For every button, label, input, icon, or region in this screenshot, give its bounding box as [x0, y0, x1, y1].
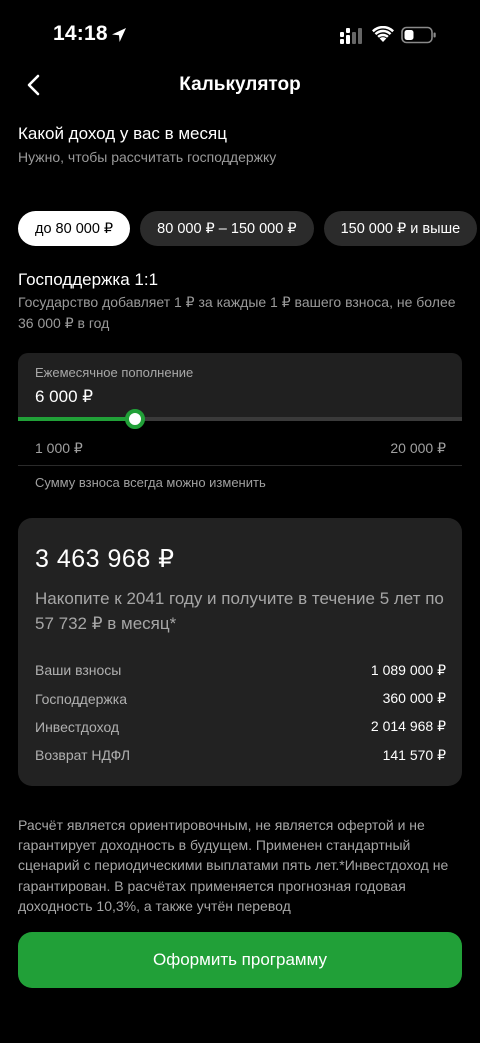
result-row-tax-refund: Возврат НДФЛ 141 570 ₽ [35, 741, 446, 769]
income-options: до 80 000 ₽ 80 000 ₽ – 150 000 ₽ 150 000… [18, 211, 478, 246]
wifi-icon [372, 26, 394, 42]
result-row-value: 141 570 ₽ [382, 746, 446, 763]
monthly-deposit-value[interactable]: 6 000 ₽ [35, 387, 93, 407]
monthly-deposit-slider[interactable] [18, 409, 462, 429]
support-title: Господдержка 1:1 [18, 270, 159, 289]
result-row-state-support: Господдержка 360 000 ₽ [35, 684, 446, 712]
slider-max-label: 20 000 ₽ [390, 440, 446, 456]
cellular-signal-icon [340, 28, 362, 44]
deposit-hint: Сумму взноса всегда можно изменить [35, 475, 266, 490]
income-option-up-to-80k[interactable]: до 80 000 ₽ [18, 211, 131, 246]
result-row-investment-income: Инвестдоход 2 014 968 ₽ [35, 713, 446, 741]
disclaimer-text: Расчёт является ориентировочным, не явля… [18, 817, 449, 914]
slider-fill [18, 417, 135, 421]
result-row-value: 360 000 ₽ [382, 690, 446, 707]
income-subtitle: Нужно, чтобы рассчитать господдержку [18, 149, 277, 165]
result-row-label: Ваши взносы [35, 662, 122, 679]
result-breakdown: Ваши взносы 1 089 000 ₽ Господдержка 360… [35, 656, 446, 770]
divider [18, 465, 462, 466]
apply-program-button[interactable]: Оформить программу [18, 932, 462, 988]
result-row-value: 1 089 000 ₽ [370, 661, 446, 678]
income-option-150k-plus[interactable]: 150 000 ₽ и выше [323, 211, 478, 246]
monthly-deposit-field[interactable]: Ежемесячное пополнение 6 000 ₽ [18, 353, 462, 421]
result-row-label: Возврат НДФЛ [35, 747, 131, 764]
result-row-contributions: Ваши взносы 1 089 000 ₽ [35, 656, 446, 684]
slider-min-label: 1 000 ₽ [35, 440, 83, 456]
status-bar: 14:18 [0, 0, 480, 70]
result-row-value: 2 014 968 ₽ [370, 718, 446, 735]
result-description: Накопите к 2041 году и получите в течени… [35, 589, 444, 633]
result-row-label: Инвестдоход [35, 718, 120, 735]
slider-thumb[interactable] [124, 409, 145, 429]
monthly-deposit-label: Ежемесячное пополнение [35, 365, 194, 380]
result-total: 3 463 968 ₽ [35, 545, 175, 573]
result-card: 3 463 968 ₽ Накопите к 2041 году и получ… [18, 518, 462, 786]
status-time: 14:18 [53, 22, 108, 45]
income-title: Какой доход у вас в месяц [18, 124, 227, 143]
battery-icon [401, 26, 436, 44]
navigation-bar: Калькулятор [0, 62, 480, 110]
location-arrow-icon [112, 28, 126, 42]
income-option-80k-150k[interactable]: 80 000 ₽ – 150 000 ₽ [140, 211, 314, 246]
page-title: Калькулятор [179, 74, 301, 95]
support-description: Государство добавляет 1 ₽ за каждые 1 ₽ … [18, 294, 456, 331]
result-row-label: Господдержка [35, 690, 127, 707]
